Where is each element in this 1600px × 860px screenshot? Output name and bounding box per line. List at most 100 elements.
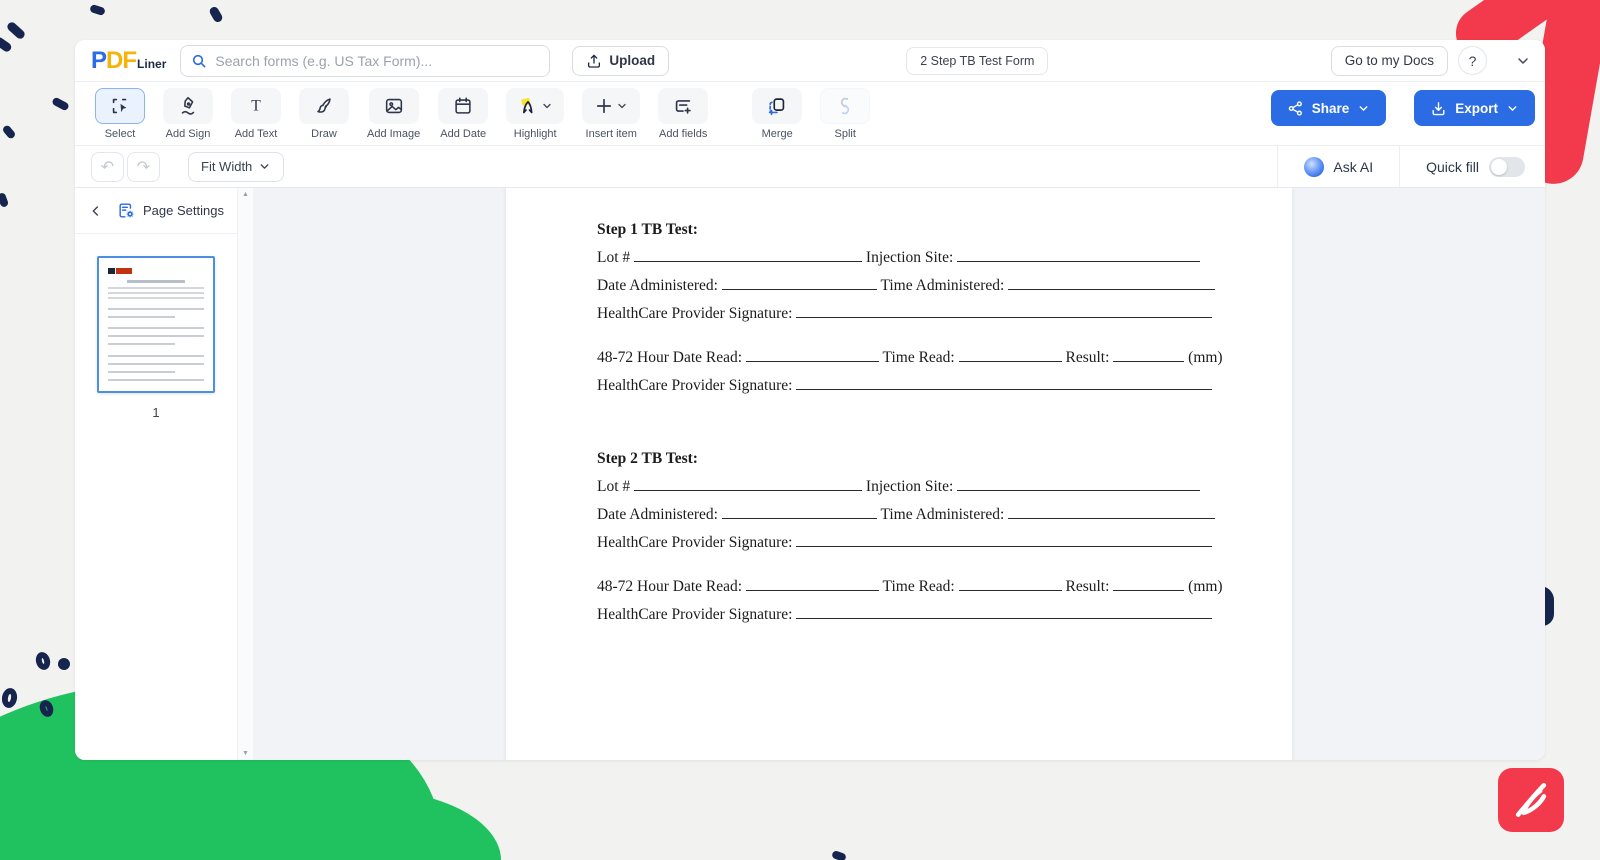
main-toolbar: Select Add Sign T Add Text Draw Add Imag…: [75, 82, 1545, 146]
chevron-down-icon: [258, 160, 271, 173]
quick-fill-toggle[interactable]: [1489, 157, 1525, 177]
blank-field[interactable]: [957, 249, 1200, 262]
blank-field[interactable]: [1113, 578, 1184, 591]
form-line: 48-72 Hour Date Read: Time Read: Result:…: [597, 349, 1292, 366]
field-label: Time Administered:: [877, 506, 1008, 523]
field-label: Lot #: [597, 478, 634, 495]
logo-text-pdf: P: [91, 47, 106, 75]
form-line: 48-72 Hour Date Read: Time Read: Result:…: [597, 578, 1292, 595]
blank-field[interactable]: [722, 506, 877, 519]
blank-field[interactable]: [796, 606, 1212, 619]
blank-field[interactable]: [959, 349, 1062, 362]
blank-field[interactable]: [959, 578, 1062, 591]
upload-icon: [586, 53, 602, 69]
field-label: Time Read:: [879, 349, 959, 366]
form-line: HealthCare Provider Signature:: [597, 534, 1292, 551]
field-label: Lot #: [597, 249, 634, 266]
page-settings-button[interactable]: Page Settings: [117, 201, 224, 220]
ask-ai-button[interactable]: Ask AI: [1278, 146, 1399, 187]
chevron-down-icon: [616, 100, 628, 112]
undo-icon: ↶: [101, 157, 114, 177]
highlighter-icon: [517, 95, 539, 117]
pdf-format-badge[interactable]: [1498, 768, 1564, 832]
document-canvas: Step 1 TB Test: Lot # Injection Site: Dat…: [253, 188, 1545, 760]
field-label: 48-72 Hour Date Read:: [597, 578, 746, 595]
blank-field[interactable]: [1008, 506, 1215, 519]
form-section: Step 2 TB Test: Lot # Injection Site: Dat…: [597, 450, 1292, 551]
field-label: HealthCare Provider Signature:: [597, 377, 796, 394]
highlight-tool-button[interactable]: Highlight: [506, 88, 564, 140]
select-cursor-icon: [109, 95, 131, 117]
add-fields-tool-button[interactable]: Add fields: [658, 88, 708, 140]
sidebar-collapse-button[interactable]: [85, 200, 107, 222]
share-button[interactable]: Share: [1271, 90, 1387, 126]
document-title: 2 Step TB Test Form: [906, 47, 1048, 75]
field-label: Result:: [1062, 578, 1114, 595]
form-section: 48-72 Hour Date Read: Time Read: Result:…: [597, 349, 1292, 394]
add-image-tool-button[interactable]: Add Image: [367, 88, 420, 140]
scroll-down-arrow[interactable]: ▼: [242, 750, 249, 757]
field-label: Time Administered:: [877, 277, 1008, 294]
logo-text-liner: Liner: [137, 57, 166, 71]
form-line: HealthCare Provider Signature:: [597, 606, 1292, 623]
blank-field[interactable]: [746, 349, 879, 362]
chevron-down-icon: [541, 100, 553, 112]
blank-field[interactable]: [746, 578, 879, 591]
blank-field[interactable]: [722, 277, 877, 290]
field-label: Date Administered:: [597, 277, 722, 294]
scroll-up-arrow[interactable]: ▲: [242, 191, 249, 198]
add-sign-tool-button[interactable]: Add Sign: [163, 88, 213, 140]
merge-tool-button[interactable]: Merge: [752, 88, 802, 140]
form-section: 48-72 Hour Date Read: Time Read: Result:…: [597, 578, 1292, 623]
section-heading: Step 2 TB Test:: [597, 450, 1292, 467]
add-text-tool-button[interactable]: T Add Text: [231, 88, 281, 140]
download-icon: [1430, 100, 1447, 117]
account-menu-chevron[interactable]: [1515, 53, 1531, 69]
field-label: HealthCare Provider Signature:: [597, 606, 796, 623]
blank-field[interactable]: [634, 249, 862, 262]
redo-button[interactable]: ↷: [127, 152, 160, 182]
help-button[interactable]: ?: [1458, 46, 1487, 75]
brush-icon: [313, 95, 335, 117]
blank-field[interactable]: [1113, 349, 1184, 362]
select-tool-button[interactable]: Select: [95, 88, 145, 140]
plus-icon: [594, 96, 614, 116]
sidebar-scrollbar[interactable]: ▲ ▼: [237, 188, 253, 760]
chevron-down-icon: [1506, 102, 1519, 115]
undo-button[interactable]: ↶: [91, 152, 124, 182]
split-tool-button[interactable]: Split: [820, 88, 870, 140]
ai-orb-icon: [1304, 157, 1324, 177]
section-heading: Step 1 TB Test:: [597, 221, 1292, 238]
search-icon: [191, 53, 207, 69]
pdfliner-logo[interactable]: PDF Liner: [91, 47, 166, 75]
page-thumbnail-1[interactable]: [97, 256, 215, 393]
form-section: Step 1 TB Test:Lot # Injection Site: Dat…: [597, 221, 1292, 322]
field-label: (mm): [1184, 349, 1222, 366]
field-label: Date Administered:: [597, 506, 722, 523]
draw-tool-button[interactable]: Draw: [299, 88, 349, 140]
blank-field[interactable]: [796, 305, 1212, 318]
insert-item-tool-button[interactable]: Insert item: [582, 88, 640, 140]
blank-field[interactable]: [796, 377, 1212, 390]
go-to-my-docs-button[interactable]: Go to my Docs: [1331, 46, 1448, 76]
form-line: Lot # Injection Site:: [597, 478, 1292, 495]
field-label: (mm): [1184, 578, 1222, 595]
search-input[interactable]: [215, 53, 539, 69]
page-settings-icon: [117, 201, 136, 220]
zoom-level-dropdown[interactable]: Fit Width: [188, 152, 284, 182]
add-date-tool-button[interactable]: Add Date: [438, 88, 488, 140]
field-label: Time Read:: [879, 578, 959, 595]
upload-button[interactable]: Upload: [572, 46, 669, 76]
blank-field[interactable]: [634, 478, 862, 491]
export-button[interactable]: Export: [1414, 90, 1535, 126]
blank-field[interactable]: [1008, 277, 1215, 290]
pdf-page[interactable]: Step 1 TB Test: Lot # Injection Site: Dat…: [506, 188, 1292, 760]
search-box[interactable]: [180, 45, 550, 77]
blank-field[interactable]: [796, 534, 1212, 547]
field-label: HealthCare Provider Signature:: [597, 534, 796, 551]
quick-fill-control: Quick fill: [1400, 146, 1529, 187]
form-line: HealthCare Provider Signature:: [597, 377, 1292, 394]
pen-nib-icon: [177, 95, 199, 117]
split-icon: [834, 95, 856, 117]
blank-field[interactable]: [957, 478, 1200, 491]
